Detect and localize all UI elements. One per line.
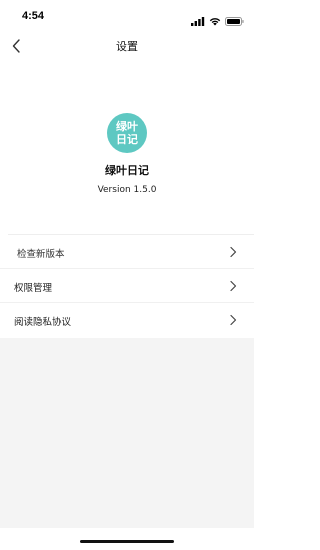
- nav-bar: 设置: [0, 32, 254, 60]
- logo-text-line1: 绿叶: [116, 120, 138, 133]
- battery-icon: [225, 11, 244, 30]
- status-bar: 4:54: [0, 0, 254, 32]
- privacy-policy-item[interactable]: 阅读隐私协议: [0, 303, 254, 337]
- settings-item-label: 检查新版本: [17, 249, 65, 260]
- permission-management-item[interactable]: 权限管理: [0, 269, 254, 303]
- logo-text-line2: 日记: [116, 133, 138, 146]
- signal-icon: [191, 11, 205, 30]
- chevron-right-icon: [230, 246, 237, 258]
- page-title: 设置: [116, 40, 138, 53]
- chevron-right-icon: [230, 280, 237, 292]
- check-update-item[interactable]: 检查新版本: [0, 235, 254, 269]
- app-name: 绿叶日记: [105, 164, 149, 177]
- status-icons: [191, 11, 244, 30]
- chevron-right-icon: [230, 314, 237, 326]
- wifi-icon: [209, 11, 221, 30]
- status-time: 4:54: [22, 10, 45, 22]
- home-indicator[interactable]: [80, 540, 174, 543]
- app-version: Version 1.5.0: [97, 185, 157, 195]
- settings-item-label: 阅读隐私协议: [14, 317, 72, 328]
- home-indicator-area: [0, 528, 254, 550]
- app-logo: 绿叶 日记: [107, 113, 147, 153]
- empty-gray-area: [0, 338, 254, 528]
- settings-item-label: 权限管理: [14, 283, 53, 294]
- settings-list: 检查新版本 权限管理 阅读隐私协议: [0, 235, 254, 337]
